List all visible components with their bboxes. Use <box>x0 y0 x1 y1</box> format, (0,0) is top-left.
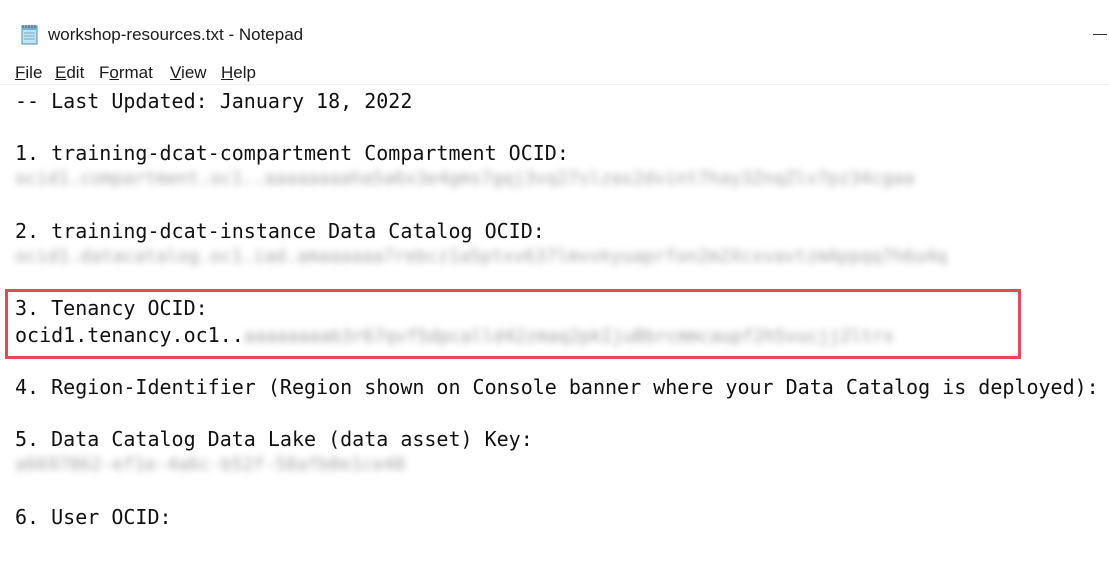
menu-help[interactable]: Help <box>221 63 256 83</box>
line-compartment-heading: 1. training-dcat-compartment Compartment… <box>15 141 569 165</box>
menu-help-label: elp <box>233 63 256 82</box>
menu-file-accel: F <box>15 63 26 82</box>
menu-format-label: rmat <box>118 63 153 82</box>
menu-edit[interactable]: Edit <box>55 63 84 83</box>
menu-format[interactable]: Format <box>99 63 153 83</box>
line-compartment-value: ocid1.compartment.oc1..aaaaaaaaha5a6x3e4… <box>15 168 915 189</box>
notepad-window: workshop-resources.txt - Notepad File Ed… <box>0 0 1109 566</box>
line-user-heading: 6. User OCID: <box>15 505 172 529</box>
menu-format-accel: o <box>109 63 119 82</box>
menu-bar: File Edit Format View Help <box>0 62 1109 85</box>
menu-help-accel: H <box>221 63 234 82</box>
menu-view[interactable]: View <box>170 63 207 83</box>
tenancy-highlight-box <box>5 289 1021 359</box>
menu-view-label: iew <box>181 63 207 82</box>
menu-view-accel: V <box>170 63 182 82</box>
window-title: workshop-resources.txt - Notepad <box>48 25 304 44</box>
line-last-updated: -- Last Updated: January 18, 2022 <box>15 89 413 113</box>
minimize-button[interactable] <box>1080 18 1109 46</box>
line-catalog-value: ocid1.datacatalog.oc1.iad.amaaaaaa7rebcz… <box>15 246 947 267</box>
menu-format-pre: F <box>99 63 110 82</box>
menu-file[interactable]: File <box>15 63 42 83</box>
line-datalake-value: a6697862-ef1e-4a6c-b52f-58afb0e1ce40 <box>15 454 406 475</box>
minimize-icon <box>1093 34 1107 35</box>
line-catalog-heading: 2. training-dcat-instance Data Catalog O… <box>15 219 545 243</box>
line-datalake-heading: 5. Data Catalog Data Lake (data asset) K… <box>15 427 533 451</box>
title-bar: workshop-resources.txt - Notepad <box>0 0 1109 56</box>
menu-file-label: ile <box>25 63 43 82</box>
notepad-icon <box>20 24 40 45</box>
menu-edit-accel: E <box>55 63 67 82</box>
menu-edit-label: dit <box>66 63 85 82</box>
line-region-heading: 4. Region-Identifier (Region shown on Co… <box>15 375 1099 399</box>
